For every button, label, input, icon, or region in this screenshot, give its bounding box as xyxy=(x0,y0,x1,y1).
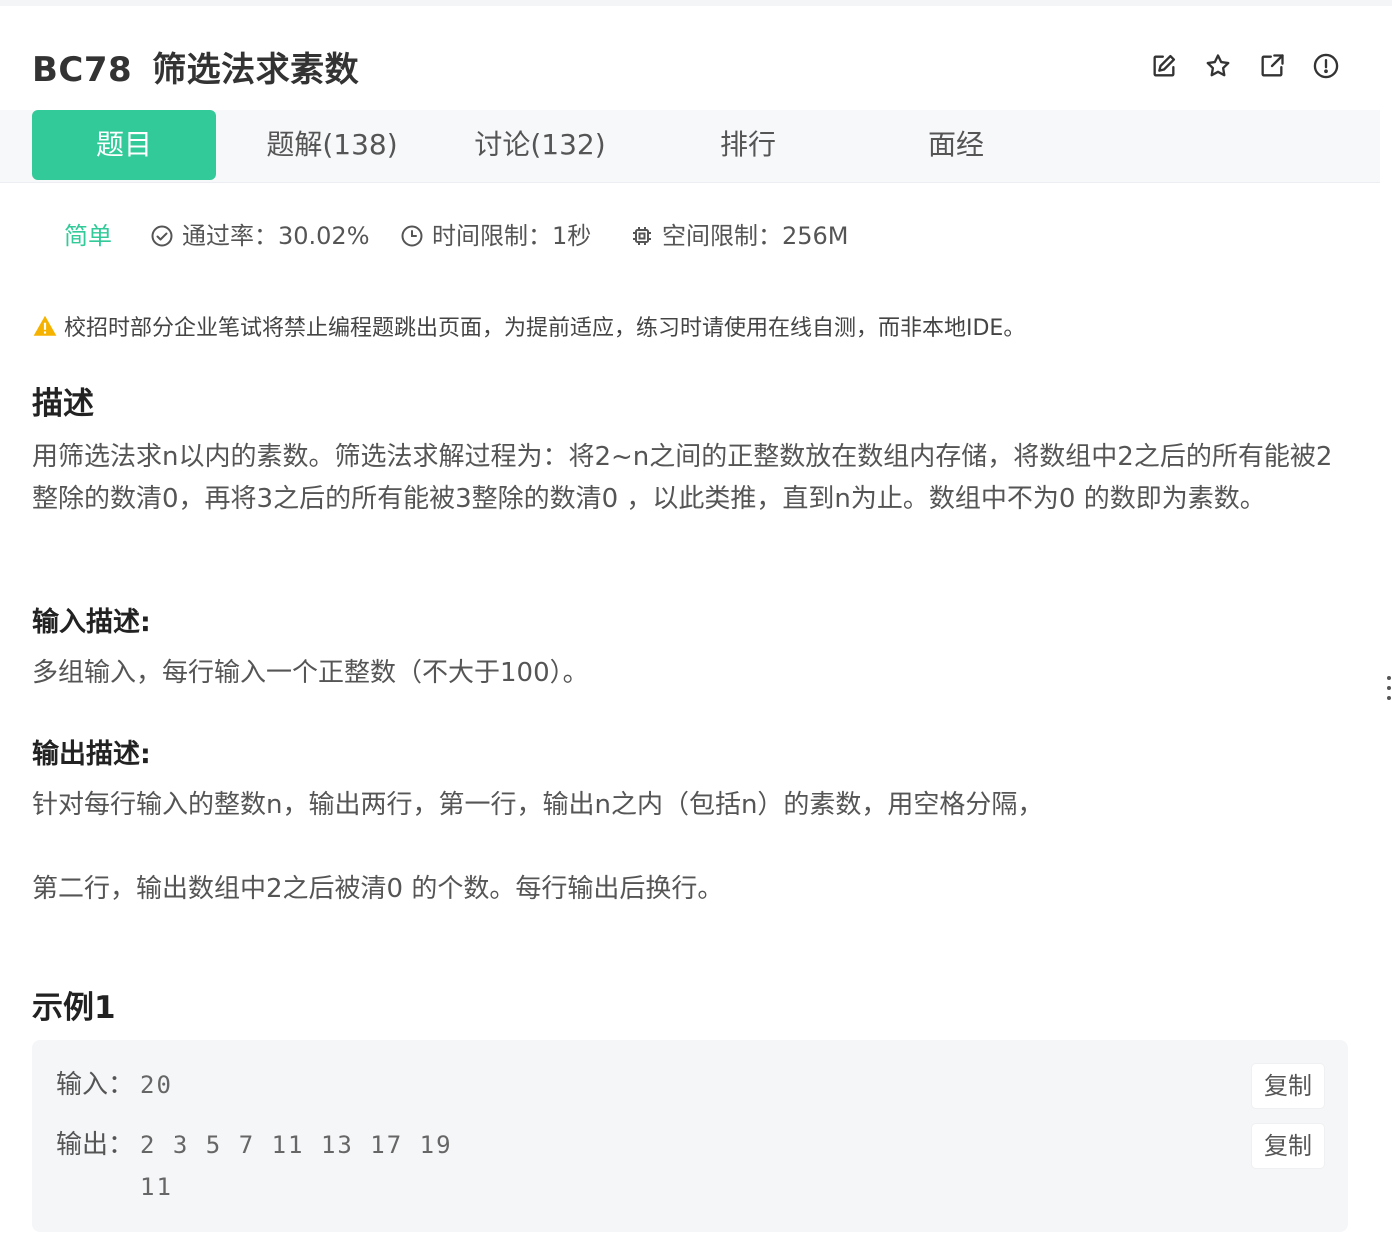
difficulty-badge: 简单 xyxy=(64,222,112,250)
output-desc-line2: 第二行，输出数组中2之后被清0 的个数。每行输出后换行。 xyxy=(32,874,724,904)
edit-icon[interactable] xyxy=(1148,50,1180,82)
problem-card: BC78 筛选法求素数 题目 题解(138) 讨论(132) 排行 面经 简单 … xyxy=(0,6,1380,1258)
tab-problem[interactable]: 题目 xyxy=(32,110,216,180)
pass-rate: 通过率：30.02% xyxy=(150,214,370,258)
example-input-row: 输入： 20 xyxy=(56,1064,173,1106)
copy-input-button[interactable]: 复制 xyxy=(1252,1064,1324,1108)
example-input-value[interactable]: 20 xyxy=(140,1064,173,1106)
input-desc-heading: 输入描述: xyxy=(32,607,151,638)
tab-solutions[interactable]: 题解(138) xyxy=(232,110,432,180)
problem-meta: 简单 通过率：30.02% 时间限制：1秒 空间限制：256M xyxy=(0,214,1380,258)
problem-code: BC78 xyxy=(32,50,133,90)
example-output-line2[interactable]: 11 xyxy=(140,1166,453,1208)
warning-icon xyxy=(33,315,57,336)
pass-rate-text: 通过率：30.02% xyxy=(182,222,370,250)
problem-title: BC78 筛选法求素数 xyxy=(32,42,359,91)
star-icon[interactable] xyxy=(1202,50,1234,82)
problem-header: BC78 筛选法求素数 xyxy=(0,6,1380,110)
copy-output-button[interactable]: 复制 xyxy=(1252,1124,1324,1168)
time-limit-text: 时间限制：1秒 xyxy=(432,222,592,250)
external-link-icon[interactable] xyxy=(1256,50,1288,82)
side-drag-handle[interactable] xyxy=(1386,676,1392,716)
problem-name: 筛选法求素数 xyxy=(152,50,360,90)
example-input-label: 输入： xyxy=(56,1070,135,1100)
output-desc-line1: 针对每行输入的整数n，输出两行，第一行，输出n之内（包括n）的素数，用空格分隔， xyxy=(32,790,1044,820)
tab-ranking[interactable]: 排行 xyxy=(660,110,836,180)
description-text: 用筛选法求n以内的素数。筛选法求解过程为：将2~n之间的正整数放在数组内存储，将… xyxy=(32,442,1333,514)
example-output-line1[interactable]: 2 3 5 7 11 13 17 19 xyxy=(140,1124,453,1166)
input-desc-text: 多组输入，每行输入一个正整数（不大于100）。 xyxy=(32,658,589,688)
output-desc-heading: 输出描述: xyxy=(32,739,151,770)
warning-text: 校招时部分企业笔试将禁止编程题跳出页面，为提前适应，练习时请使用在线自测，而非本… xyxy=(64,316,1026,341)
check-circle-icon xyxy=(151,225,173,247)
tab-discussion[interactable]: 讨论(132) xyxy=(440,110,640,180)
description-heading: 描述 xyxy=(32,386,94,422)
report-icon[interactable] xyxy=(1310,50,1342,82)
example-box: 输入： 20 复制 输出： 2 3 5 7 11 13 17 19 11 复制 xyxy=(32,1040,1348,1232)
memory-limit-text: 空间限制：256M xyxy=(662,222,849,250)
tab-interview[interactable]: 面经 xyxy=(868,110,1044,180)
time-limit: 时间限制：1秒 xyxy=(400,214,591,258)
warning-notice: 校招时部分企业笔试将禁止编程题跳出页面，为提前适应，练习时请使用在线自测，而非本… xyxy=(32,306,1025,346)
chip-icon xyxy=(633,227,651,245)
example-output-label: 输出： xyxy=(56,1130,135,1160)
example-heading: 示例1 xyxy=(32,990,116,1026)
clock-icon xyxy=(401,225,423,247)
example-output-row: 输出： 2 3 5 7 11 13 17 19 11 xyxy=(56,1124,453,1208)
header-actions xyxy=(1148,50,1342,82)
memory-limit: 空间限制：256M xyxy=(630,214,849,258)
tab-bar: 题目 题解(138) 讨论(132) 排行 面经 xyxy=(0,110,1380,183)
